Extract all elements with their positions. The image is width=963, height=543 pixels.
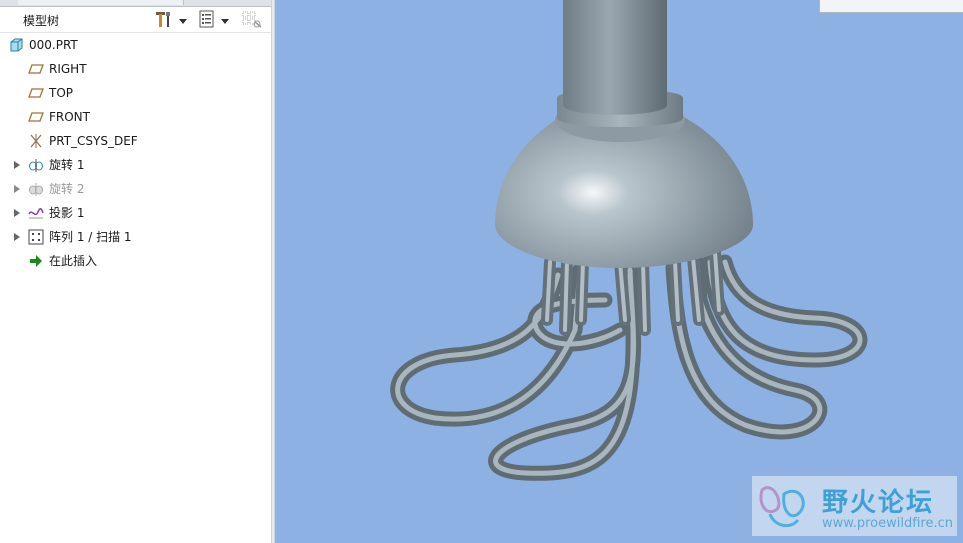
- tree-item-label: 投影 1: [49, 206, 85, 220]
- tree-item-label: TOP: [49, 86, 74, 100]
- expand-arrow-icon[interactable]: [13, 161, 21, 169]
- tree-item-insert-here[interactable]: 在此插入: [0, 251, 271, 271]
- tree-item-revolve-2[interactable]: 旋转 2: [0, 179, 271, 199]
- datum-plane-icon: [28, 61, 44, 77]
- watermark-url: www.proewildfire.cn: [822, 516, 953, 531]
- watermark: 野火论坛 www.proewildfire.cn: [752, 476, 957, 536]
- tree-item-revolve-1[interactable]: 旋转 1: [0, 155, 271, 175]
- revolve-icon: [28, 157, 44, 173]
- watermark-title: 野火论坛: [822, 488, 935, 518]
- expand-arrow-icon[interactable]: [13, 209, 21, 217]
- model-tree-panel: 模型树 000.PRT RIGHT TOP FRONT PRT_CSYS_DEF…: [0, 0, 271, 543]
- tree-item-front[interactable]: FRONT: [0, 107, 271, 127]
- graphics-viewport[interactable]: [275, 0, 963, 543]
- tree-item-label: 阵列 1 / 扫描 1: [49, 230, 132, 244]
- tree-columns-icon[interactable]: [242, 10, 262, 28]
- model-tree-header: 模型树: [0, 6, 271, 33]
- tree-item-label: FRONT: [49, 110, 90, 124]
- expand-arrow-icon[interactable]: [13, 233, 21, 241]
- coil-loops: [390, 246, 868, 481]
- datum-plane-icon: [28, 109, 44, 125]
- tree-item-label: 在此插入: [49, 254, 98, 268]
- tree-item-part[interactable]: 000.PRT: [0, 35, 271, 55]
- insert-here-arrow-icon: [28, 253, 44, 269]
- tree-show-dropdown-icon[interactable]: [221, 14, 229, 32]
- tree-item-csys[interactable]: PRT_CSYS_DEF: [0, 131, 271, 151]
- watermark-logo-icon: [759, 486, 805, 528]
- datum-plane-icon: [28, 85, 44, 101]
- view-toolbar[interactable]: [819, 0, 963, 13]
- tree-item-pattern-1[interactable]: 阵列 1 / 扫描 1: [0, 227, 271, 247]
- tree-item-top[interactable]: TOP: [0, 83, 271, 103]
- tree-item-label: 旋转 1: [49, 158, 85, 172]
- tree-settings-dropdown-icon[interactable]: [179, 14, 187, 32]
- 3d-model-render: [390, 0, 868, 481]
- revolve-icon: [28, 181, 44, 197]
- model-tree-title: 模型树: [23, 14, 60, 28]
- tree-item-label: RIGHT: [49, 62, 87, 76]
- tree-item-label: PRT_CSYS_DEF: [49, 134, 138, 148]
- tree-item-label: 000.PRT: [29, 38, 78, 52]
- expand-arrow-icon[interactable]: [13, 185, 21, 193]
- projection-curve-icon: [28, 205, 44, 221]
- tree-settings-icon[interactable]: [154, 10, 174, 28]
- tree-show-icon[interactable]: [198, 10, 216, 28]
- pattern-icon: [28, 229, 44, 245]
- part-icon: [8, 37, 24, 53]
- tree-item-label: 旋转 2: [49, 182, 85, 196]
- tree-item-projection-1[interactable]: 投影 1: [0, 203, 271, 223]
- tree-item-right[interactable]: RIGHT: [0, 59, 271, 79]
- shaft: [563, 0, 667, 115]
- coordinate-system-icon: [28, 133, 44, 149]
